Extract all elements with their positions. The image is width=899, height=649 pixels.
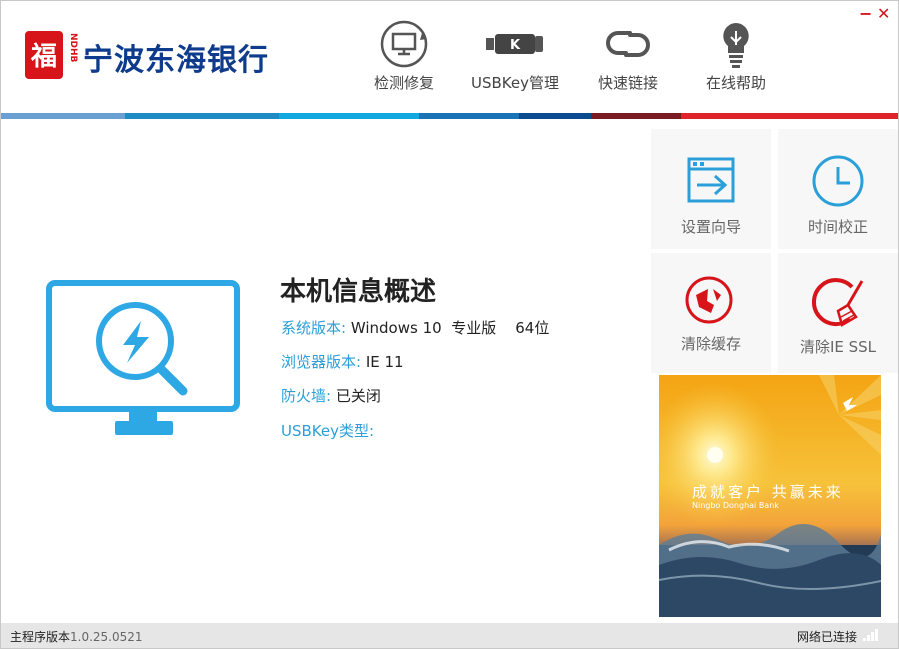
usb-key-badge: K [510, 38, 521, 53]
signal-strength-icon [863, 629, 878, 641]
os-version-row: 系统版本: Windows 10 专业版 64位 [281, 317, 549, 338]
firewall-label: 防火墙: [281, 387, 332, 405]
usbkey-type-row: USBKey类型: [281, 420, 374, 441]
header-stripe-segment [419, 113, 519, 119]
svg-text:福: 福 [30, 42, 57, 72]
nav-diagnose-repair-button[interactable]: 检测修复 [367, 19, 441, 99]
clear-cache-icon [685, 276, 733, 324]
time-correction-label: 时间校正 [807, 218, 868, 236]
os-version-value: Windows 10 专业版 64位 [350, 319, 550, 337]
nav-usbkey-button[interactable]: K USBKey管理 [467, 19, 563, 99]
nav-quick-link-label: 快速链接 [597, 74, 658, 92]
clear-ie-ssl-tile[interactable]: 清除IE SSL [778, 253, 898, 373]
header: 福 NDHB 宁波东海银行 检测修复 K USBKey管理 快速链接 在线帮助 … [1, 1, 898, 113]
clear-ie-ssl-label: 清除IE SSL [799, 338, 877, 356]
clear-cache-tile[interactable]: 清除缓存 [651, 253, 771, 373]
setup-wizard-icon [687, 157, 735, 203]
program-version: 主程序版本1.0.25.0521 [10, 628, 143, 645]
os-version-label: 系统版本: [281, 319, 347, 337]
app-window: 福 NDHB 宁波东海银行 检测修复 K USBKey管理 快速链接 在线帮助 … [0, 0, 899, 649]
setup-wizard-label: 设置向导 [680, 218, 741, 236]
monitor-refresh-icon [380, 20, 428, 68]
banner-slogan-english: Ningbo Donghai Bank [692, 501, 779, 510]
clear-ssl-icon [811, 278, 864, 327]
header-stripe-segment [125, 113, 279, 119]
info-title: 本机信息概述 [280, 277, 437, 307]
nav-online-help-label: 在线帮助 [705, 74, 766, 92]
firewall-value: 已关闭 [335, 387, 381, 405]
nav-quick-link-button[interactable]: 快速链接 [591, 19, 665, 99]
bank-logo: 福 NDHB 宁波东海银行 [25, 29, 285, 85]
lightbulb-icon [723, 23, 749, 68]
computer-scan-icon [46, 280, 240, 435]
nav-online-help-button[interactable]: 在线帮助 [699, 19, 773, 99]
program-version-label: 主程序版本 [10, 630, 71, 644]
browser-version-row: 浏览器版本: IE 11 [281, 351, 404, 372]
clock-icon [812, 155, 864, 207]
header-stripe-segment [279, 113, 419, 119]
setup-wizard-tile[interactable]: 设置向导 [651, 129, 771, 249]
time-correction-tile[interactable]: 时间校正 [778, 129, 898, 249]
clear-cache-label: 清除缓存 [680, 335, 741, 353]
promo-banner[interactable]: 成就客户 共赢未来 Ningbo Donghai Bank [659, 375, 881, 617]
header-stripe-segment [519, 113, 591, 119]
bank-name: 宁波东海银行 [83, 43, 269, 78]
usbkey-type-label: USBKey类型: [281, 422, 375, 440]
bank-seal-icon: 福 [25, 31, 63, 79]
browser-version-value: IE 11 [365, 353, 404, 371]
program-version-value: 1.0.25.0521 [70, 630, 143, 644]
browser-version-label: 浏览器版本: [281, 353, 362, 371]
nav-usbkey-label: USBKey管理 [471, 74, 559, 92]
bank-seal-text: NDHB [68, 33, 78, 63]
banner-slogan: 成就客户 共赢未来 [692, 483, 844, 501]
network-status: 网络已连接 [797, 630, 858, 644]
nav-diagnose-label: 检测修复 [373, 74, 434, 92]
minimize-button[interactable]: − [859, 6, 872, 22]
link-icon [606, 31, 650, 57]
close-button[interactable]: ✕ [877, 6, 890, 22]
header-stripe-segment [1, 113, 125, 119]
firewall-row: 防火墙: 已关闭 [281, 385, 381, 406]
usb-key-icon: K [486, 34, 543, 54]
status-bar: 主程序版本1.0.25.0521 网络已连接 [1, 623, 898, 648]
